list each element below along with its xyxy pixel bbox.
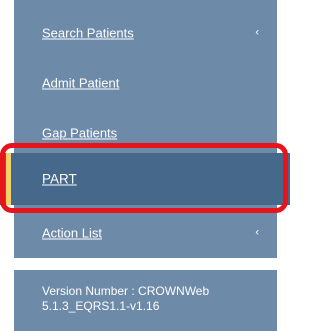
sidebar-item-admit-patient[interactable]: Admit Patient (14, 57, 277, 108)
version-info: Version Number : CROWNWeb 5.1.3_EQRS1.1-… (14, 270, 277, 331)
sidebar-item-part[interactable]: PART (0, 153, 290, 205)
chevron-left-icon: ‹ (255, 26, 259, 38)
sidebar-nav: Search Patients ‹ Admit Patient Gap Pati… (0, 0, 290, 258)
sidebar-item-label[interactable]: Action List (42, 225, 102, 240)
sidebar-item-action-list[interactable]: Action List ‹ (14, 207, 277, 258)
sidebar-item-search-patients[interactable]: Search Patients ‹ (14, 7, 277, 58)
version-line-1: Version Number : CROWNWeb (42, 284, 210, 298)
active-indicator (6, 153, 11, 205)
version-line-2: 5.1.3_EQRS1.1-v1.16 (42, 299, 160, 313)
sidebar-item-label[interactable]: PART (42, 172, 77, 187)
sidebar-item-gap-patients[interactable]: Gap Patients (14, 107, 277, 158)
chevron-left-icon: ‹ (255, 226, 259, 238)
sidebar-item-label[interactable]: Search Patients (42, 25, 134, 40)
sidebar-item-label[interactable]: Admit Patient (42, 75, 119, 90)
sidebar-item-label[interactable]: Gap Patients (42, 125, 117, 140)
